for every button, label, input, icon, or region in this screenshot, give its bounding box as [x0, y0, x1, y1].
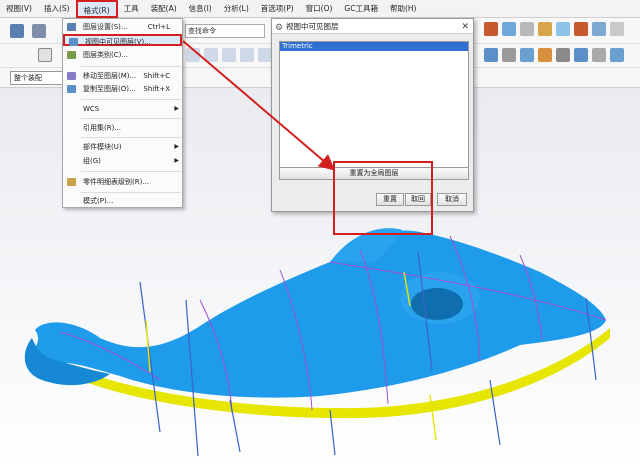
annotation-arrow — [182, 40, 336, 171]
